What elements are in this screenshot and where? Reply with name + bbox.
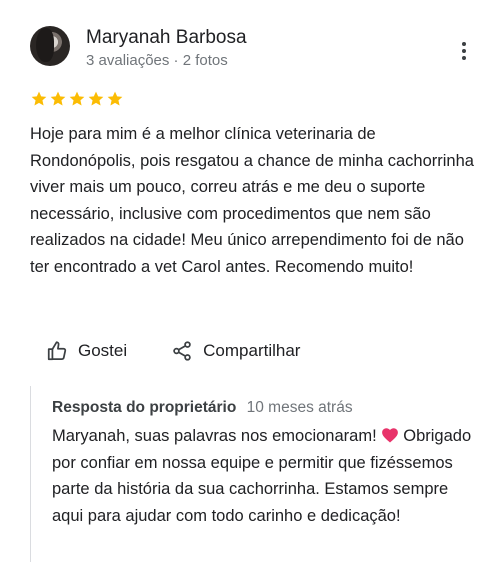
owner-reply-label: Resposta do proprietário <box>52 399 237 416</box>
owner-reply-header: Resposta do proprietário 10 meses atrás <box>52 399 353 417</box>
share-label: Compartilhar <box>203 341 301 360</box>
star-icon <box>50 91 66 106</box>
heart-icon <box>381 428 398 443</box>
like-button[interactable]: Gostei <box>46 340 127 362</box>
owner-reply-text-start: Maryanah, suas palavras nos emocionaram! <box>52 427 377 445</box>
reviewer-meta: 3 avaliações · 2 fotos <box>86 52 228 69</box>
review-actions: Gostei Compartilhar <box>46 336 300 366</box>
share-icon <box>173 341 191 361</box>
star-icon <box>88 91 104 106</box>
avatar[interactable] <box>30 26 70 66</box>
reviewer-name[interactable]: Maryanah Barbosa <box>86 27 247 49</box>
review-header: Maryanah Barbosa 3 avaliações · 2 fotos <box>30 26 470 72</box>
owner-reply-time: 10 meses atrás <box>246 399 353 416</box>
share-button[interactable]: Compartilhar <box>171 340 300 362</box>
star-icon <box>107 91 123 106</box>
star-icon <box>69 91 85 106</box>
owner-reply-text: Maryanah, suas palavras nos emocionaram!… <box>52 423 472 529</box>
owner-reply: Resposta do proprietário 10 meses atrás … <box>30 386 471 562</box>
star-rating <box>30 90 124 110</box>
more-vert-icon <box>462 42 466 46</box>
thumb-up-icon <box>47 341 67 361</box>
like-label: Gostei <box>78 341 128 360</box>
more-options-button[interactable] <box>453 40 475 62</box>
star-icon <box>31 91 47 106</box>
review-text: Hoje para mim é a melhor clínica veterin… <box>30 125 474 276</box>
